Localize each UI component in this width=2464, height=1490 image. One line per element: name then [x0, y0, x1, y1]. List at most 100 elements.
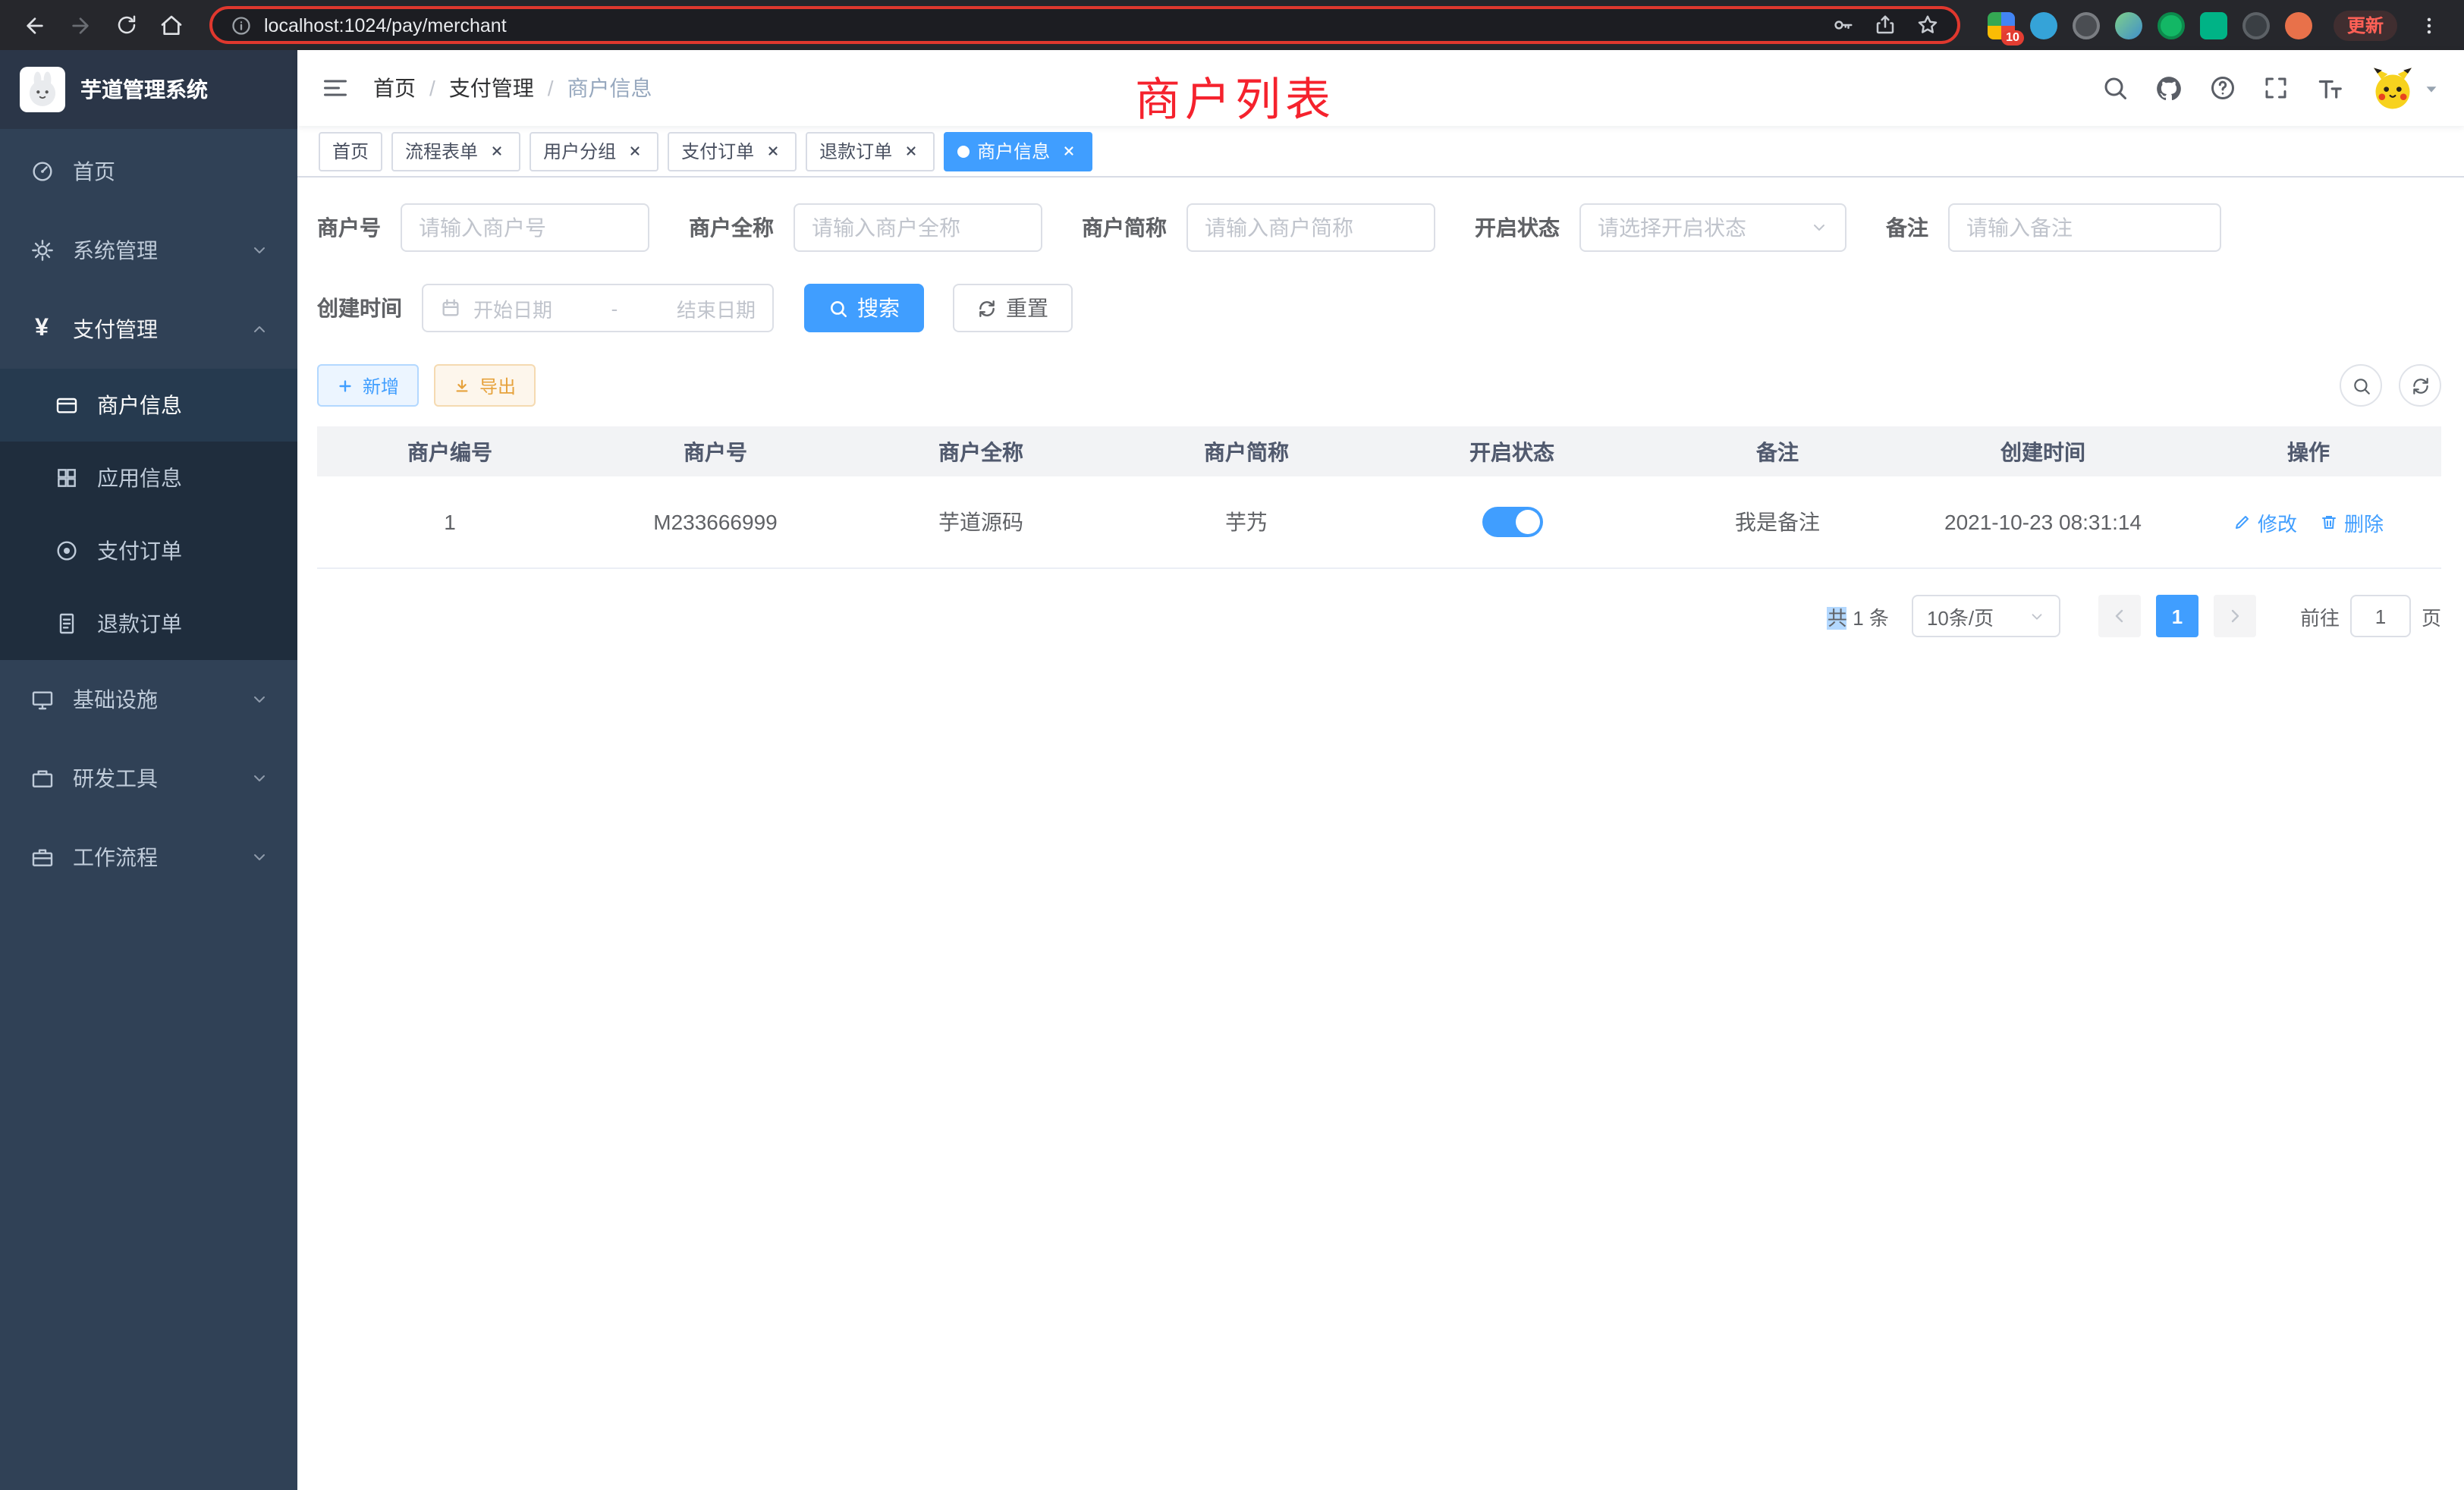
reload-icon[interactable]	[106, 5, 146, 45]
sidebar-item-pay-order[interactable]: 支付订单	[0, 514, 297, 587]
tab-home[interactable]: 首页	[319, 131, 382, 171]
goto-page-input[interactable]	[2350, 595, 2411, 637]
bookmark-star-icon[interactable]	[1916, 14, 1939, 36]
sidebar-menu: 首页 系统管理 ¥ 支付管理	[0, 129, 297, 1490]
sidebar-item-label: 首页	[73, 156, 115, 187]
date-range-picker[interactable]: 开始日期 - 结束日期	[422, 284, 774, 332]
sidebar-item-dev-tools[interactable]: 研发工具	[0, 739, 297, 818]
home-icon[interactable]	[152, 5, 191, 45]
close-icon[interactable]	[1058, 140, 1079, 162]
sidebar-item-payment[interactable]: ¥ 支付管理	[0, 290, 297, 369]
github-icon[interactable]	[2154, 74, 2183, 102]
avatar[interactable]	[2370, 65, 2415, 111]
back-icon[interactable]	[15, 5, 55, 45]
breadcrumb-separator: /	[429, 76, 435, 100]
extension-icon[interactable]	[2285, 11, 2312, 39]
extension-icon[interactable]	[2115, 11, 2142, 39]
password-key-icon[interactable]	[1831, 14, 1854, 36]
sidebar-item-infra[interactable]: 基础设施	[0, 660, 297, 739]
sidebar-item-refund-order[interactable]: 退款订单	[0, 587, 297, 660]
page-number-1[interactable]: 1	[2156, 595, 2198, 637]
status-select[interactable]: 请选择开启状态	[1579, 203, 1846, 252]
sidebar-item-workflow[interactable]: 工作流程	[0, 818, 297, 897]
tab-refund-order[interactable]: 退款订单	[806, 131, 935, 171]
delete-link[interactable]: 删除	[2320, 508, 2384, 536]
extension-icon[interactable]	[2200, 11, 2227, 39]
sidebar-item-label: 支付订单	[97, 536, 182, 566]
status-toggle[interactable]	[1482, 507, 1542, 537]
cell-merchant-no: M233666999	[583, 510, 848, 534]
site-info-icon[interactable]	[231, 14, 252, 36]
pagination-total-count: 1	[1853, 606, 1863, 629]
gear-icon	[29, 237, 55, 263]
monitor-icon	[29, 687, 55, 712]
download-icon	[454, 377, 470, 394]
breadcrumb-separator: /	[548, 76, 554, 100]
table-header: 商户编号 商户号 商户全称 商户简称 开启状态 备注 创建时间 操作	[317, 426, 2441, 476]
chevron-down-icon	[250, 690, 269, 709]
fullscreen-icon[interactable]	[2262, 74, 2290, 102]
breadcrumb-section[interactable]: 支付管理	[449, 73, 534, 103]
close-icon[interactable]	[624, 140, 645, 162]
extension-icon[interactable]	[2158, 11, 2185, 39]
extension-icon[interactable]	[2242, 11, 2270, 39]
reset-button[interactable]: 重置	[953, 284, 1073, 332]
pagination-total-suffix: 条	[1869, 606, 1889, 629]
edit-icon	[2233, 513, 2252, 531]
cell-merchant-id: 1	[317, 510, 583, 534]
merchant-no-input[interactable]	[419, 215, 631, 240]
filter-short-name: 商户简称	[1082, 203, 1435, 252]
search-icon[interactable]	[2101, 74, 2129, 102]
extension-icon[interactable]	[2073, 11, 2100, 39]
breadcrumb-home[interactable]: 首页	[373, 73, 416, 103]
tab-pay-order[interactable]: 支付订单	[668, 131, 797, 171]
browser-menu-icon[interactable]	[2409, 5, 2449, 45]
cell-create-time: 2021-10-23 08:31:14	[1910, 510, 2176, 534]
cell-status	[1379, 507, 1645, 537]
column-header: 商户号	[583, 436, 848, 467]
chevron-down-icon	[2029, 608, 2045, 624]
sidebar-item-system[interactable]: 系统管理	[0, 211, 297, 290]
sidebar-item-merchant-info[interactable]: 商户信息	[0, 369, 297, 442]
remark-input[interactable]	[1966, 215, 2203, 240]
payment-submenu: 商户信息 应用信息 支付订单	[0, 369, 297, 660]
extension-icon[interactable]: 10	[1988, 11, 2015, 39]
help-icon[interactable]	[2209, 74, 2236, 102]
page-size-select[interactable]: 10条/页	[1912, 595, 2060, 637]
sidebar-item-home[interactable]: 首页	[0, 132, 297, 211]
close-icon[interactable]	[900, 140, 921, 162]
full-name-input[interactable]	[812, 215, 1024, 240]
add-button[interactable]: 新增	[317, 364, 419, 407]
sidebar-item-app-info[interactable]: 应用信息	[0, 442, 297, 514]
calendar-icon	[440, 297, 461, 319]
sidebar-toggle-icon[interactable]	[322, 74, 349, 102]
sidebar-item-label: 工作流程	[73, 842, 158, 872]
chevron-down-icon	[250, 848, 269, 866]
hide-search-button[interactable]	[2340, 364, 2382, 407]
address-bar[interactable]: localhost:1024/pay/merchant	[209, 6, 1960, 44]
cell-full-name: 芋道源码	[848, 507, 1114, 537]
close-icon[interactable]	[486, 140, 507, 162]
filter-merchant-no: 商户号	[317, 203, 649, 252]
edit-link[interactable]: 修改	[2233, 508, 2297, 536]
next-page-button[interactable]	[2214, 595, 2256, 637]
breadcrumb-current: 商户信息	[567, 73, 652, 103]
share-icon[interactable]	[1874, 14, 1897, 36]
tab-process-form[interactable]: 流程表单	[391, 131, 520, 171]
short-name-input[interactable]	[1205, 215, 1417, 240]
extension-icon[interactable]	[2030, 11, 2057, 39]
navbar-actions	[2101, 65, 2440, 111]
app-logo[interactable]: 芋道管理系统	[0, 50, 297, 129]
tab-merchant-info[interactable]: 商户信息	[944, 131, 1092, 171]
tab-user-group[interactable]: 用户分组	[530, 131, 658, 171]
export-button[interactable]: 导出	[434, 364, 536, 407]
forward-icon[interactable]	[61, 5, 100, 45]
close-icon[interactable]	[762, 140, 783, 162]
font-size-icon[interactable]	[2315, 74, 2344, 102]
refresh-table-button[interactable]	[2399, 364, 2441, 407]
prev-page-button[interactable]	[2098, 595, 2141, 637]
search-button[interactable]: 搜索	[804, 284, 924, 332]
browser-update-button[interactable]: 更新	[2334, 10, 2397, 40]
filter-row-1: 商户号 商户全称 商户简称 开启状态 请选择开启状态	[317, 203, 2441, 252]
user-menu[interactable]	[2370, 65, 2440, 111]
